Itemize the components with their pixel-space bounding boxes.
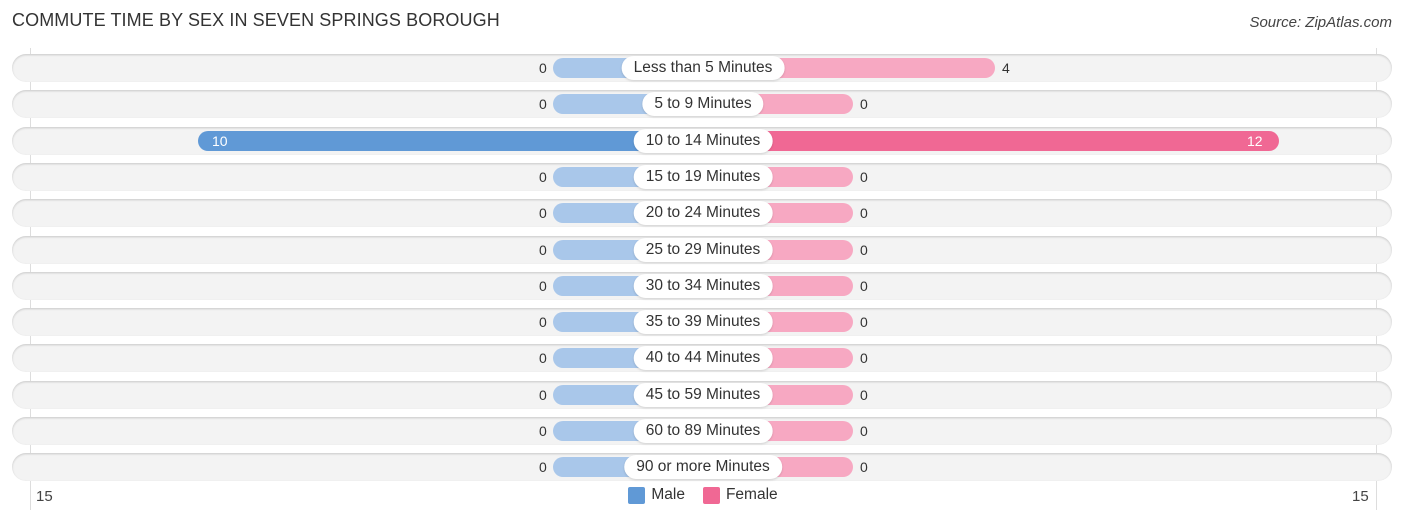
bar-male[interactable] <box>198 130 703 151</box>
value-label-female: 0 <box>860 96 868 113</box>
value-label-male: 0 <box>539 314 547 331</box>
category-label: 25 to 29 Minutes <box>633 237 773 262</box>
value-label-female: 12 <box>1247 132 1263 149</box>
legend-item-female[interactable]: Female <box>702 486 778 504</box>
category-label: Less than 5 Minutes <box>621 56 785 80</box>
chart-title: COMMUTE TIME BY SEX IN SEVEN SPRINGS BOR… <box>12 10 500 30</box>
value-label-female: 0 <box>860 423 868 439</box>
value-label-male: 0 <box>539 277 547 294</box>
value-label-male: 0 <box>539 459 547 476</box>
category-label: 40 to 44 Minutes <box>633 346 773 371</box>
value-label-female: 0 <box>860 350 868 367</box>
value-label-female: 0 <box>860 459 868 476</box>
source-label: Source: ZipAtlas.com <box>1249 14 1392 31</box>
value-label-male: 0 <box>539 386 547 403</box>
legend-swatch-female <box>702 486 720 504</box>
legend-swatch-male <box>628 486 646 504</box>
legend-label-male: Male <box>651 486 685 503</box>
category-label: 35 to 39 Minutes <box>633 310 773 335</box>
value-label-male: 0 <box>539 96 547 113</box>
value-label-female: 0 <box>860 386 868 403</box>
bar-female[interactable] <box>703 130 1279 151</box>
category-label: 45 to 59 Minutes <box>633 382 773 407</box>
category-label: 5 to 9 Minutes <box>642 92 764 117</box>
legend-label-female: Female <box>725 486 778 503</box>
value-label-male: 10 <box>212 132 228 149</box>
legend: Male Female <box>0 486 1406 504</box>
value-label-male: 0 <box>539 423 547 439</box>
value-label-female: 0 <box>860 241 868 258</box>
value-label-male: 0 <box>539 241 547 258</box>
category-label: 10 to 14 Minutes <box>633 128 773 153</box>
value-label-female: 0 <box>860 205 868 222</box>
value-label-male: 0 <box>539 60 547 76</box>
category-label: 90 or more Minutes <box>624 455 782 480</box>
value-label-female: 4 <box>1002 60 1010 76</box>
category-label: 30 to 34 Minutes <box>633 273 773 298</box>
category-label: 15 to 19 Minutes <box>633 164 773 189</box>
value-label-female: 0 <box>860 314 868 331</box>
value-label-male: 0 <box>539 168 547 185</box>
value-label-female: 0 <box>860 168 868 185</box>
category-label: 20 to 24 Minutes <box>633 201 773 226</box>
value-label-male: 0 <box>539 350 547 367</box>
category-label: 60 to 89 Minutes <box>633 419 773 443</box>
value-label-male: 0 <box>539 205 547 222</box>
value-label-female: 0 <box>860 277 868 294</box>
legend-item-male[interactable]: Male <box>628 486 685 504</box>
